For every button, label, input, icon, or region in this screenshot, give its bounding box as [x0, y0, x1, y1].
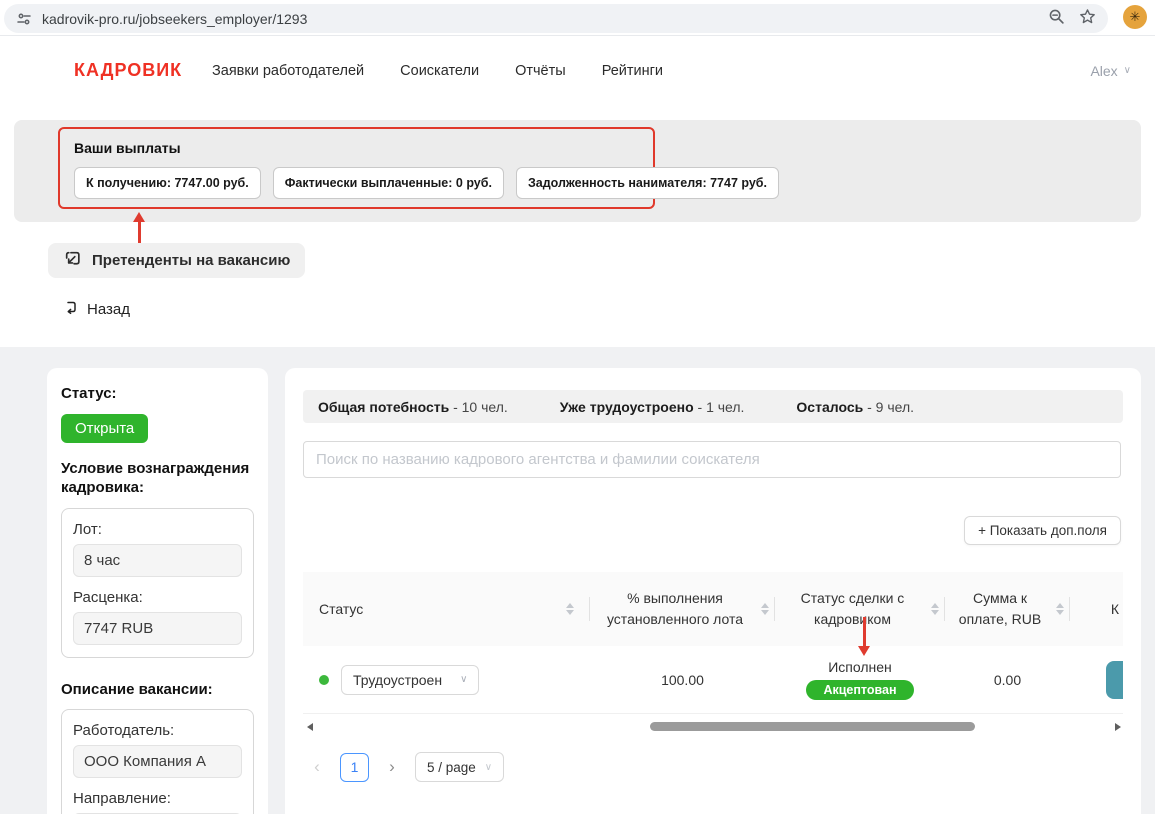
column-header-clipped[interactable]: К [1070, 572, 1123, 646]
cell-deal-status: Исполнен Акцептован [775, 646, 945, 713]
search-input[interactable] [303, 441, 1121, 478]
column-header-lot-percent[interactable]: % выполнения установленного лота [590, 572, 775, 646]
employer-input[interactable]: ООО Компания А [73, 745, 242, 778]
browser-toolbar: kadrovik-pro.ru/jobseekers_employer/1293… [0, 0, 1155, 36]
column-header-status[interactable]: Статус [303, 572, 590, 646]
applicants-panel: Общая потебность - 10 чел. Уже трудоустр… [285, 368, 1141, 814]
nav-item-employer-requests[interactable]: Заявки работодателей [212, 63, 364, 79]
show-extra-fields-button[interactable]: + Показать доп.поля [964, 516, 1121, 545]
sort-icon[interactable] [1056, 603, 1064, 615]
scroll-right-icon[interactable] [1115, 723, 1121, 731]
stat-already-employed-label: Уже трудоустроено [560, 399, 694, 415]
applicants-button[interactable]: Претенденты на вакансию [48, 243, 305, 278]
scrollbar-thumb[interactable] [650, 722, 975, 731]
stat-remaining-label: Осталось [796, 399, 863, 415]
to-receive-button[interactable]: К получению: 7747.00 руб. [74, 167, 261, 199]
deal-badge: Акцептован [806, 680, 913, 700]
pagination-prev-button[interactable]: ‹ [303, 753, 331, 781]
column-header-lot-percent-label: % выполнения установленного лота [596, 588, 754, 630]
cell-clipped-action [1070, 646, 1123, 713]
direction-label: Направление: [73, 790, 242, 807]
payments-title: Ваши выплаты [74, 140, 639, 156]
stat-total-need-label: Общая потебность [318, 399, 449, 415]
stat-total-need-value: - 10 чел. [449, 399, 508, 415]
stat-remaining-value: - 9 чел. [863, 399, 914, 415]
employer-label: Работодатель: [73, 722, 242, 739]
lot-input[interactable]: 8 час [73, 544, 242, 577]
pagination-next-button[interactable]: › [378, 753, 406, 781]
reward-heading: Условие вознаграждения кадровика: [61, 459, 254, 498]
page-size-value: 5 / page [427, 760, 476, 775]
main-nav: Заявки работодателей Соискатели Отчёты Р… [212, 63, 663, 79]
vacancy-heading: Описание вакансии: [61, 680, 254, 700]
pagination: ‹ 1 › 5 / page ∨ [303, 752, 1141, 782]
stat-already-employed-value: - 1 чел. [694, 399, 745, 415]
column-header-deal-status-label: Статус сделки с кадровиком [781, 588, 924, 630]
site-settings-icon[interactable] [16, 11, 32, 27]
user-menu[interactable]: Alex ∨ [1090, 63, 1131, 79]
rate-label: Расценка: [73, 589, 242, 606]
logo[interactable]: КАДРОВИК [74, 60, 182, 81]
vacancy-fields-box: Работодатель: ООО Компания А Направление… [61, 709, 254, 814]
chevron-down-icon: ∨ [1124, 65, 1131, 76]
table-header-row: Статус % выполнения установленного лота … [303, 572, 1123, 646]
cell-status: Трудоустроен ∨ [303, 646, 590, 713]
deal-status-text: Исполнен [828, 659, 892, 675]
column-header-amount-label: Сумма к оплате, RUB [951, 588, 1049, 630]
bookmark-star-icon[interactable] [1079, 8, 1096, 30]
applicants-button-label: Претенденты на вакансию [92, 252, 290, 269]
sort-icon[interactable] [931, 603, 939, 615]
pagination-page-1[interactable]: 1 [340, 753, 369, 782]
reward-fields-box: Лот: 8 час Расценка: 7747 RUB [61, 508, 254, 658]
clipped-action-button[interactable] [1106, 661, 1123, 699]
nav-item-jobseekers[interactable]: Соискатели [400, 63, 479, 79]
column-header-clipped-label: К [1111, 599, 1119, 620]
vacancy-sidebar: Статус: Открыта Условие вознаграждения к… [47, 368, 268, 814]
actually-paid-button[interactable]: Фактически выплаченные: 0 руб. [273, 167, 504, 199]
horizontal-scrollbar[interactable] [303, 720, 1123, 734]
browser-profile-avatar[interactable]: ✳ [1123, 5, 1147, 29]
status-dot-icon [319, 675, 329, 685]
site-header: КАДРОВИК Заявки работодателей Соискатели… [0, 36, 1155, 105]
back-button-label: Назад [87, 301, 130, 318]
stat-already-employed: Уже трудоустроено - 1 чел. [560, 399, 745, 415]
zoom-out-icon[interactable] [1048, 8, 1065, 30]
column-header-amount[interactable]: Сумма к оплате, RUB [945, 572, 1070, 646]
status-label: Статус: [61, 384, 254, 404]
address-bar[interactable]: kadrovik-pro.ru/jobseekers_employer/1293 [4, 4, 1108, 33]
cell-amount: 0.00 [945, 646, 1070, 713]
annotation-arrow-down [858, 617, 871, 656]
chevron-down-icon: ∨ [460, 674, 467, 685]
rate-input[interactable]: 7747 RUB [73, 612, 242, 645]
select-window-icon [63, 249, 82, 272]
chevron-down-icon: ∨ [485, 762, 492, 773]
lot-label: Лот: [73, 521, 242, 538]
cell-percent: 100.00 [590, 646, 775, 713]
user-name: Alex [1090, 63, 1117, 79]
employer-debt-button[interactable]: Задолженность нанимателя: 7747 руб. [516, 167, 779, 199]
payments-highlight-box: Ваши выплаты К получению: 7747.00 руб. Ф… [58, 127, 655, 209]
payments-band: Ваши выплаты К получению: 7747.00 руб. Ф… [14, 120, 1141, 222]
back-return-icon [62, 299, 78, 319]
scroll-left-icon[interactable] [307, 723, 313, 731]
status-select-value: Трудоустроен [353, 672, 442, 688]
applicants-table: Статус % выполнения установленного лота … [303, 572, 1123, 714]
status-select[interactable]: Трудоустроен ∨ [341, 665, 479, 695]
sort-icon[interactable] [761, 603, 769, 615]
table-row: Трудоустроен ∨ 100.00 Исполнен Акцептова… [303, 646, 1123, 714]
app-screen: kadrovik-pro.ru/jobseekers_employer/1293… [0, 0, 1155, 814]
column-header-status-label: Статус [319, 599, 363, 620]
stats-bar: Общая потебность - 10 чел. Уже трудоустр… [303, 390, 1123, 423]
status-badge: Открыта [61, 414, 148, 443]
back-button[interactable]: Назад [62, 299, 130, 319]
nav-item-ratings[interactable]: Рейтинги [602, 63, 663, 79]
sort-icon[interactable] [566, 603, 574, 615]
stat-remaining: Осталось - 9 чел. [796, 399, 914, 415]
annotation-arrow-up [133, 212, 146, 244]
nav-item-reports[interactable]: Отчёты [515, 63, 566, 79]
page-size-select[interactable]: 5 / page ∨ [415, 752, 504, 782]
stat-total-need: Общая потебность - 10 чел. [318, 399, 508, 415]
url-text[interactable]: kadrovik-pro.ru/jobseekers_employer/1293 [42, 11, 1048, 27]
